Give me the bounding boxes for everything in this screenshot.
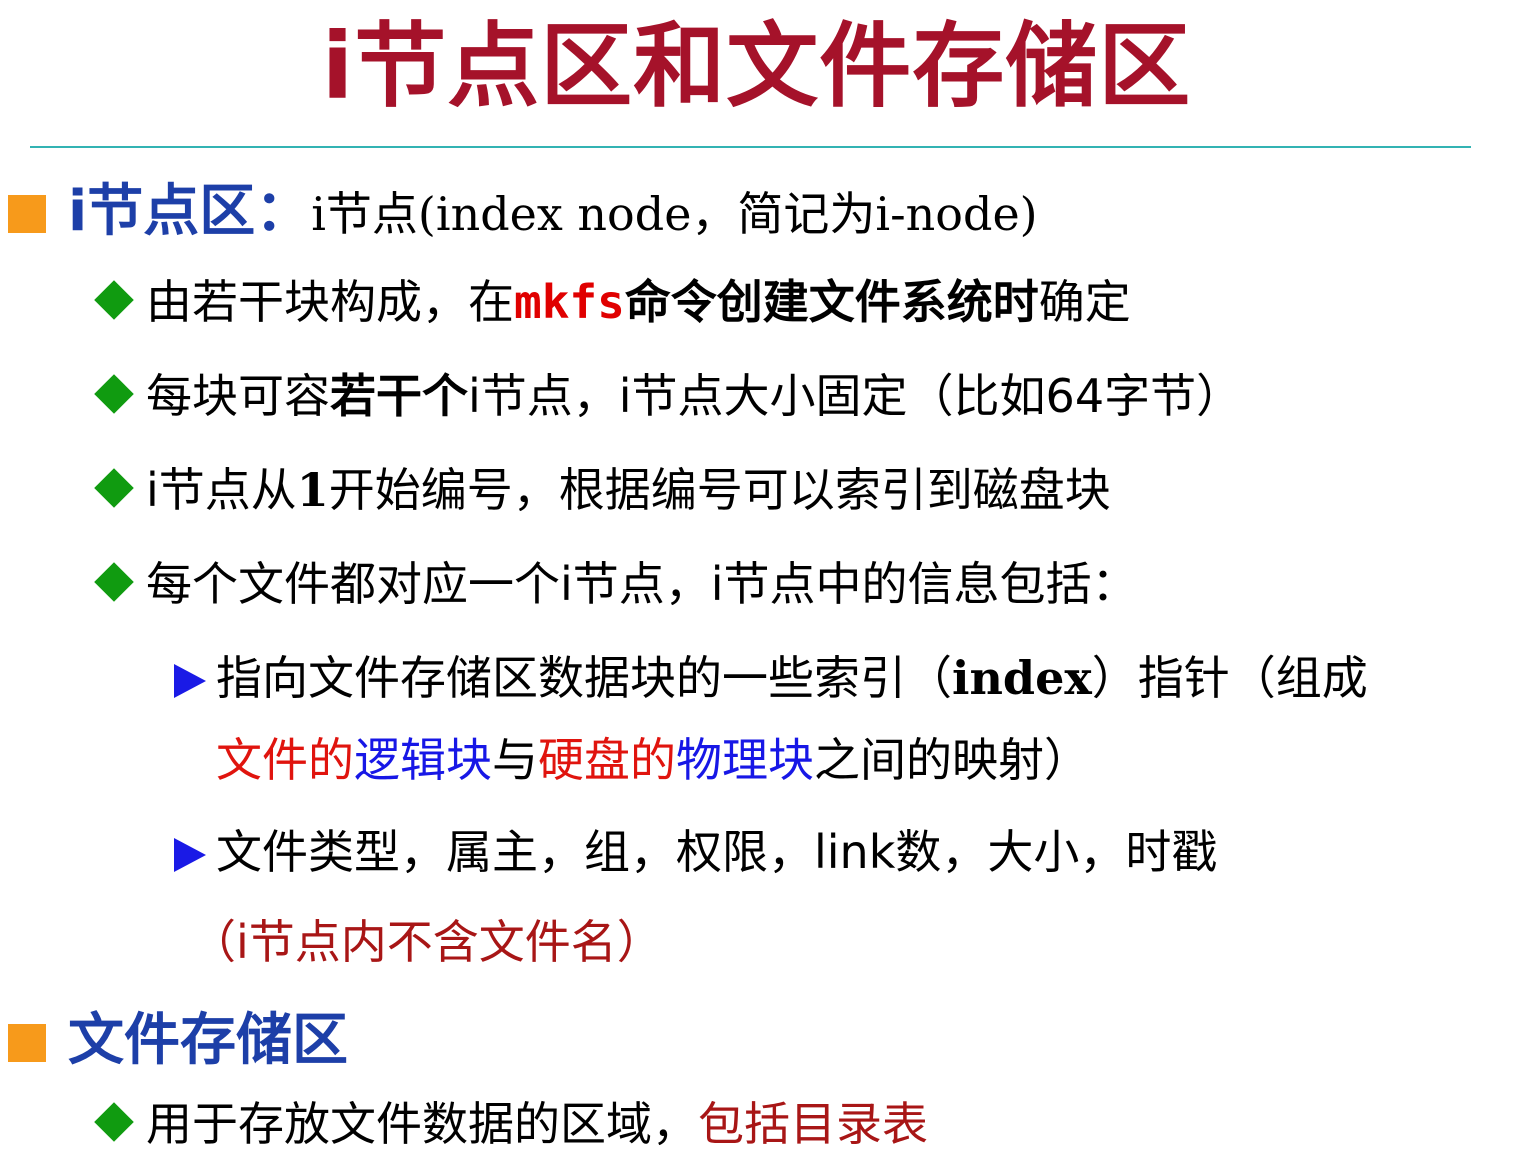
bullet-item: i节点从1开始编号，根据编号可以索引到磁盘块 [92, 460, 1111, 520]
section-inode-heading: i节点区：i节点(index node，简记为i-node) [8, 180, 1038, 246]
section-title: 文件存储区 [68, 1008, 348, 1073]
slide-title: i节点区和文件存储区 [321, 13, 1192, 120]
bullet-item: 每个文件都对应一个i节点，i节点中的信息包括： [92, 554, 1138, 614]
diamond-bullet-icon [94, 280, 134, 320]
bullet-item: 每块可容若干个i节点，i节点大小固定（比如64字节） [92, 366, 1242, 426]
sub-bullet-item: 文件类型，属主，组，权限，link数，大小，时戳 [174, 822, 1217, 882]
diamond-bullet-icon [94, 374, 134, 414]
inode-note: （i节点内不含文件名） [190, 915, 663, 969]
title-divider [30, 146, 1471, 148]
diamond-bullet-icon [94, 562, 134, 602]
section-storage-heading: 文件存储区 [8, 1008, 348, 1076]
section-subtitle: i节点(index node，简记为i-node) [311, 187, 1038, 241]
bullet-item: 由若干块构成，在mkfs命令创建文件系统时确定 [92, 272, 1131, 332]
sub-bullet-item: 指向文件存储区数据块的一些索引（index）指针（组成 [174, 648, 1368, 708]
section-title: i节点区： [68, 179, 312, 244]
sub-bullet-continuation: 文件的逻辑块与硬盘的物理块之间的映射） [216, 733, 1090, 787]
arrow-bullet-icon [174, 664, 206, 698]
diamond-bullet-icon [94, 468, 134, 508]
square-bullet-icon [8, 1024, 46, 1062]
arrow-bullet-icon [174, 838, 206, 872]
command-mkfs: mkfs [514, 275, 625, 329]
square-bullet-icon [8, 195, 46, 233]
slide: i节点区和文件存储区 i节点区：i节点(index node，简记为i-node… [0, 0, 1513, 1165]
diamond-bullet-icon [94, 1102, 134, 1142]
bullet-item: 用于存放文件数据的区域，包括目录表 [92, 1094, 928, 1154]
